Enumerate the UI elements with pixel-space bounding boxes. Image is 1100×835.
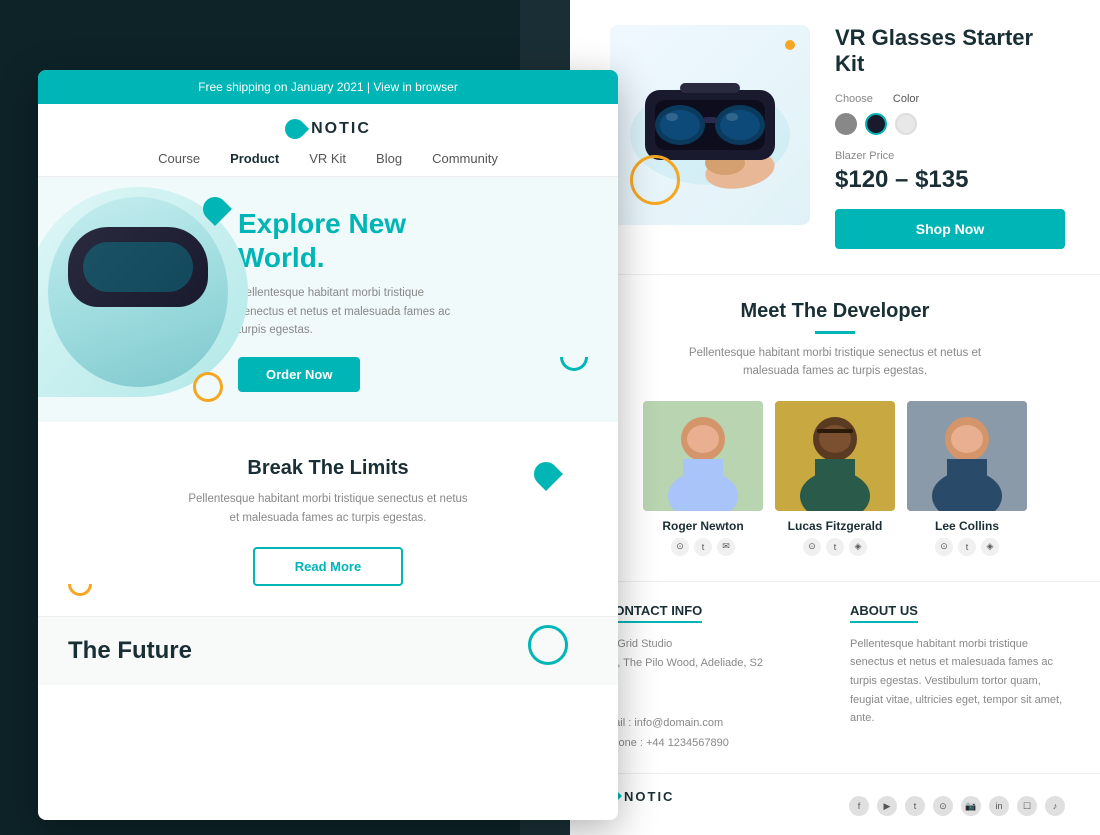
footer-contact-title: CONTACT INFO (605, 603, 702, 623)
github-icon[interactable]: ⊙ (933, 796, 953, 816)
dev-name-3: Lee Collins (907, 519, 1027, 533)
choose-label: Choose (835, 93, 873, 105)
footer-contact-text: ta Grid Studio 07, The Pilo Wood, Adelia… (605, 635, 820, 754)
logo-text: NOTIC (311, 120, 371, 138)
developer-title: Meet The Developer (605, 300, 1065, 323)
price-range: $120 – $135 (835, 166, 1065, 194)
dev-avatar-2 (775, 401, 895, 511)
dev-name-1: Roger Newton (643, 519, 763, 533)
future-teal-circle (528, 625, 568, 665)
deco-half-circle-hero (560, 357, 588, 371)
dev-socials-3: ⊙ t ◈ (907, 538, 1027, 556)
break-title: Break The Limits (68, 457, 588, 480)
footer-logo-text: NOTIC (624, 789, 674, 804)
product-section: VR Glasses Starter Kit Choose Color Blaz… (570, 0, 1100, 275)
dev-name-2: Lucas Fitzgerald (775, 519, 895, 533)
footer-social-icons: f ▶ t ⊙ 📷 in ☐ ♪ (849, 796, 1065, 816)
twitter-icon[interactable]: t (905, 796, 925, 816)
developer-description: Pellentesque habitant morbi tristique se… (675, 344, 995, 381)
footer-section: CONTACT INFO ta Grid Studio 07, The Pilo… (570, 581, 1100, 774)
dev-socials-1: ⊙ t ✉ (643, 538, 763, 556)
twitter-icon-3[interactable]: t (958, 538, 976, 556)
deco-orange-break (68, 584, 92, 596)
logo: NOTIC (285, 119, 371, 139)
dev-avatar-1 (643, 401, 763, 511)
color-label-text: Color (893, 93, 919, 105)
linkedin-icon[interactable]: in (989, 796, 1009, 816)
navigation: Course Product VR Kit Blog Community (158, 151, 498, 166)
nav-vrkit[interactable]: VR Kit (309, 151, 346, 166)
facebook-icon[interactable]: f (849, 796, 869, 816)
break-description: Pellentesque habitant morbi tristique se… (188, 490, 468, 527)
footer-about: ABOUT US Pellentesque habitant morbi tri… (850, 602, 1065, 754)
nav-blog[interactable]: Blog (376, 151, 402, 166)
slack-icon[interactable]: ☐ (1017, 796, 1037, 816)
color-swatch-white[interactable] (895, 113, 917, 135)
color-swatch-dark[interactable] (865, 113, 887, 135)
top-banner[interactable]: Free shipping on January 2021 | View in … (38, 70, 618, 104)
banner-text: Free shipping on January 2021 | View in … (198, 80, 458, 94)
twitter-icon-2[interactable]: t (826, 538, 844, 556)
github-icon-1[interactable]: ⊙ (671, 538, 689, 556)
future-section: The Future (38, 616, 618, 685)
color-section: Choose Color (835, 93, 1065, 135)
break-section: Break The Limits Pellentesque habitant m… (38, 422, 618, 616)
vr-person-shape (48, 197, 228, 387)
developer-section: Meet The Developer Pellentesque habitant… (570, 275, 1100, 581)
dev-card-2: Lucas Fitzgerald ⊙ t ◈ (775, 401, 895, 556)
dev-card-3: Lee Collins ⊙ t ◈ (907, 401, 1027, 556)
music-icon[interactable]: ♪ (1045, 796, 1065, 816)
developer-underline (815, 331, 855, 334)
order-now-button[interactable]: Order Now (238, 357, 360, 392)
footer-about-text: Pellentesque habitant morbi tristique se… (850, 635, 1065, 728)
hero-title-line1: Explore New (238, 208, 406, 239)
link-icon-3[interactable]: ◈ (981, 538, 999, 556)
dev-card-1: Roger Newton ⊙ t ✉ (643, 401, 763, 556)
future-title: The Future (68, 637, 588, 665)
price-label: Blazer Price (835, 150, 1065, 162)
right-panel: VR Glasses Starter Kit Choose Color Blaz… (570, 0, 1100, 835)
github-icon-3[interactable]: ⊙ (935, 538, 953, 556)
nav-product[interactable]: Product (230, 151, 279, 166)
product-deco-circle (630, 155, 680, 205)
color-label: Choose Color (835, 93, 1065, 105)
instagram-icon[interactable]: 📷 (961, 796, 981, 816)
dev-avatar-3 (907, 401, 1027, 511)
dev-socials-2: ⊙ t ◈ (775, 538, 895, 556)
price-section: Blazer Price $120 – $135 (835, 150, 1065, 194)
product-info: VR Glasses Starter Kit Choose Color Blaz… (835, 25, 1065, 249)
hero-title-line2: World. (238, 242, 325, 273)
deco-circle-orange-hero (193, 372, 223, 402)
developer-cards: Roger Newton ⊙ t ✉ (605, 401, 1065, 556)
nav-course[interactable]: Course (158, 151, 200, 166)
color-swatch-gray[interactable] (835, 113, 857, 135)
mail-icon-1[interactable]: ✉ (717, 538, 735, 556)
left-email-panel: Free shipping on January 2021 | View in … (38, 70, 618, 820)
product-deco-dot (785, 40, 795, 50)
link-icon-2[interactable]: ◈ (849, 538, 867, 556)
github-icon-2[interactable]: ⊙ (803, 538, 821, 556)
logo-icon (281, 115, 309, 143)
hero-section: Explore New World. Pellentesque habitant… (38, 177, 618, 422)
footer-about-title: ABOUT US (850, 603, 918, 623)
nav-community[interactable]: Community (432, 151, 498, 166)
header: NOTIC Course Product VR Kit Blog Communi… (38, 104, 618, 177)
vr-headset-shape (68, 227, 208, 307)
hero-description: Pellentesque habitant morbi tristique se… (238, 284, 458, 339)
footer-contact: CONTACT INFO ta Grid Studio 07, The Pilo… (605, 602, 820, 754)
youtube-icon[interactable]: ▶ (877, 796, 897, 816)
color-swatches (835, 113, 1065, 135)
product-image (610, 25, 810, 225)
footer-bottom: NOTIC f ▶ t ⊙ 📷 in ☐ ♪ (570, 773, 1100, 828)
product-title: VR Glasses Starter Kit (835, 25, 1065, 78)
shop-now-button[interactable]: Shop Now (835, 209, 1065, 249)
read-more-button[interactable]: Read More (253, 547, 403, 586)
twitter-icon-1[interactable]: t (694, 538, 712, 556)
hero-title: Explore New World. (238, 207, 588, 274)
